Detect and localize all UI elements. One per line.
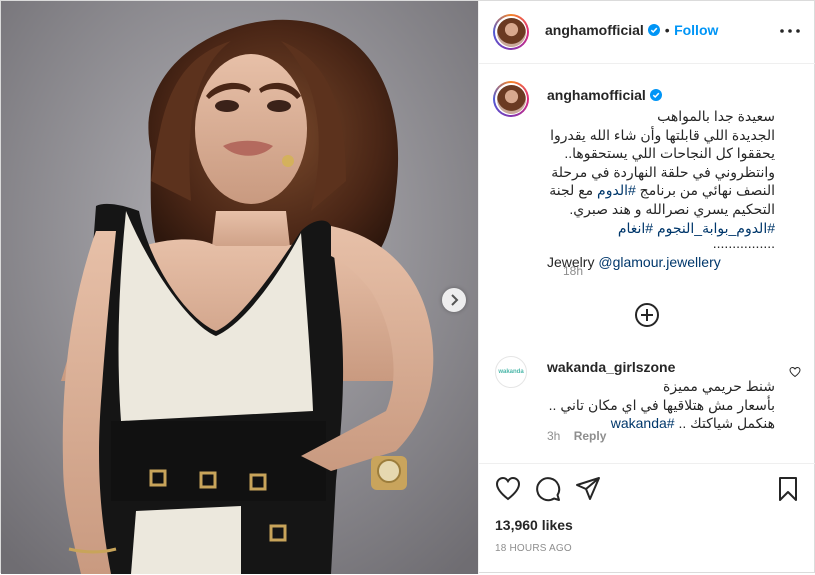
caption-text: سعيدة جدا بالمواهب الجديدة اللي قابلتها … [547, 107, 775, 272]
mention-link[interactable]: @glamour.jewellery [598, 254, 720, 270]
commenter-username[interactable]: wakanda_girlszone [547, 359, 675, 375]
avatar-frame [495, 83, 527, 115]
post-header: anghamofficial • Follow [479, 1, 815, 64]
caption-avatar[interactable] [493, 81, 529, 117]
heart-icon[interactable] [495, 476, 521, 502]
caption-line: النصف نهائي من برنامج #الدوم مع لجنة [547, 181, 775, 200]
comment-line: بأسعار مش هتلاقيها في اي مكان تاني .. [548, 396, 775, 413]
next-image-button[interactable] [442, 288, 466, 312]
post-actions: 13,960 likes 18 HOURS AGO [479, 463, 815, 575]
instagram-post: anghamofficial • Follow anghamofficial س… [0, 0, 815, 574]
separator-dot: • [664, 22, 670, 38]
post-photo [1, 1, 478, 574]
comment-line: شنط حريمي مميزة [663, 378, 775, 394]
caption-line: التحكيم يسري نصرالله و هند صبري. [569, 200, 775, 217]
reply-button[interactable]: Reply [574, 429, 607, 443]
hashtag-link[interactable]: #الدوم_بوابة_النجوم [657, 220, 775, 236]
avatar-frame [495, 16, 527, 48]
author-username[interactable]: anghamofficial [545, 22, 644, 38]
comment-icon[interactable] [535, 476, 561, 502]
caption-line: الجديدة اللي قابلتها وأن شاء الله يقدروا [550, 126, 775, 143]
avatar-image [496, 17, 526, 47]
more-options-icon[interactable] [779, 23, 801, 39]
commenter-avatar-text: wakanda [498, 369, 524, 375]
hashtag-link[interactable]: #الدوم [597, 182, 636, 198]
bookmark-icon[interactable] [775, 476, 801, 502]
plus-circle-icon[interactable] [634, 302, 660, 328]
caption-fragment: مع لجنة [549, 182, 594, 199]
verified-badge-icon [650, 89, 663, 101]
follow-button[interactable]: Follow [674, 22, 718, 38]
caption-username[interactable]: anghamofficial [547, 87, 646, 103]
post-image[interactable] [1, 1, 478, 574]
commenter-avatar[interactable]: wakanda [495, 356, 527, 388]
caption-fragment: النصف نهائي من برنامج [639, 182, 775, 199]
hashtag-link[interactable]: #wakanda [611, 415, 675, 431]
caption-user-line: anghamofficial [547, 87, 663, 105]
post-side-panel: anghamofficial • Follow anghamofficial س… [478, 1, 815, 574]
comment-fragment: هنكمل شياكتك .. [678, 415, 775, 432]
heart-icon[interactable] [789, 366, 801, 378]
hashtag-link[interactable]: #انغام [618, 220, 653, 236]
header-user-line: anghamofficial • Follow [545, 22, 718, 40]
caption-line: يحققوا كل النجاحات اللي يستحقوها.. [564, 145, 775, 162]
caption-line: ................ [712, 235, 775, 252]
likes-count[interactable]: 13,960 likes [495, 517, 573, 533]
chevron-right-icon [451, 294, 459, 306]
share-icon[interactable] [575, 476, 601, 502]
caption-line: سعيدة جدا بالمواهب [657, 108, 775, 124]
avatar-image [496, 84, 526, 114]
caption-line: وانتظروني في حلقة النهاردة في مرحلة [551, 163, 775, 180]
caption-timestamp[interactable]: 18h [563, 264, 583, 278]
comment-meta: 3h Reply [547, 429, 606, 443]
post-date[interactable]: 18 HOURS AGO [495, 543, 572, 554]
comment-timestamp[interactable]: 3h [547, 429, 560, 443]
comment-text: شنط حريمي مميزة بأسعار مش هتلاقيها في اي… [547, 377, 775, 433]
author-avatar[interactable] [493, 14, 529, 50]
verified-badge-icon [648, 24, 661, 36]
